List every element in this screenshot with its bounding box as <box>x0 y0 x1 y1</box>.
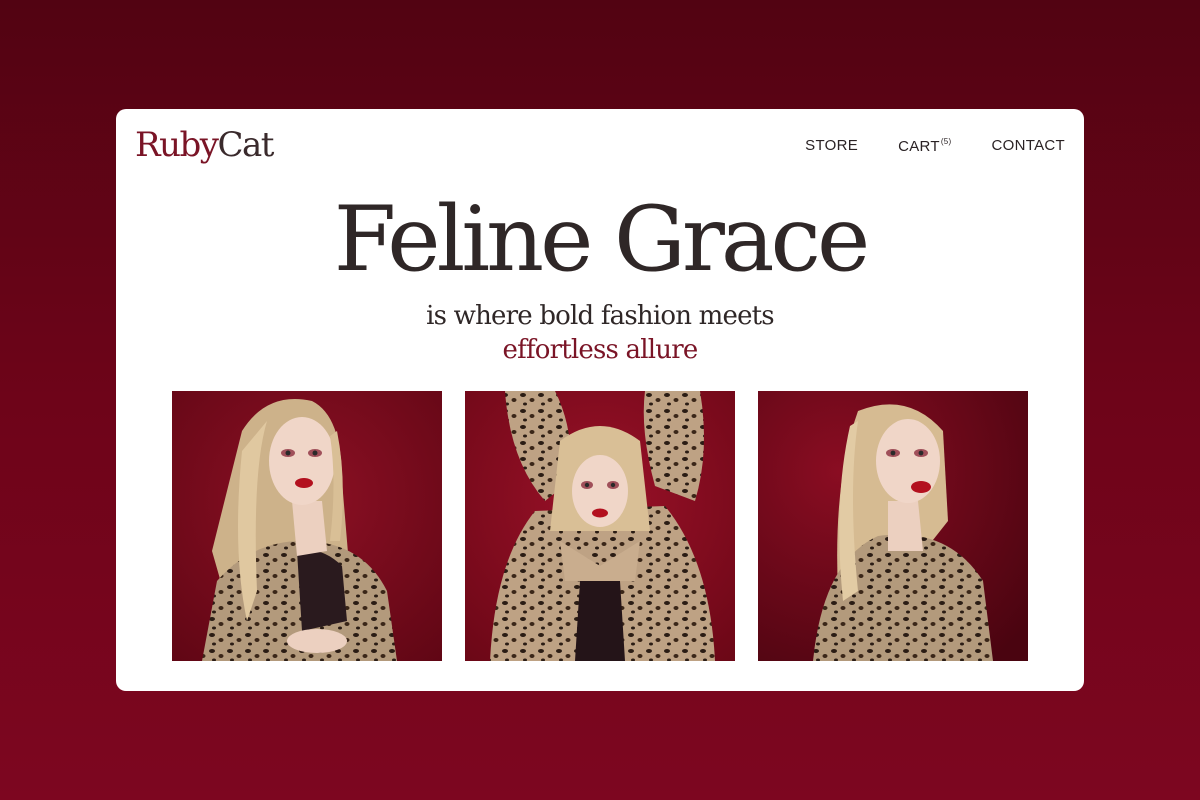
cart-count-badge: (5) <box>940 137 952 146</box>
main-nav: STORE CART(5) CONTACT <box>805 137 1065 155</box>
nav-cart-label: CART <box>898 138 940 155</box>
logo-cat-text: Cat <box>217 125 274 165</box>
browser-window: RubyCat STORE CART(5) CONTACT Feline Gra… <box>116 109 1084 691</box>
model-photo-1-image <box>172 391 442 661</box>
hero-accent-text: effortless allure <box>502 335 699 365</box>
model-photo-2-image <box>465 391 735 661</box>
model-photo-3[interactable] <box>758 391 1028 661</box>
logo[interactable]: RubyCat <box>135 123 274 167</box>
nav-store-link[interactable]: STORE <box>805 137 858 155</box>
photo-gallery <box>172 391 1028 661</box>
model-photo-3-image <box>758 391 1028 661</box>
model-photo-1[interactable] <box>172 391 442 661</box>
nav-cart-link[interactable]: CART(5) <box>898 137 951 155</box>
nav-contact-link[interactable]: CONTACT <box>992 137 1065 155</box>
hero-subtitle: is where bold fashion meets <box>426 301 775 331</box>
logo-ruby-text: Ruby <box>135 125 219 165</box>
model-photo-2[interactable] <box>465 391 735 661</box>
hero-title: Feline Grace <box>333 187 870 292</box>
